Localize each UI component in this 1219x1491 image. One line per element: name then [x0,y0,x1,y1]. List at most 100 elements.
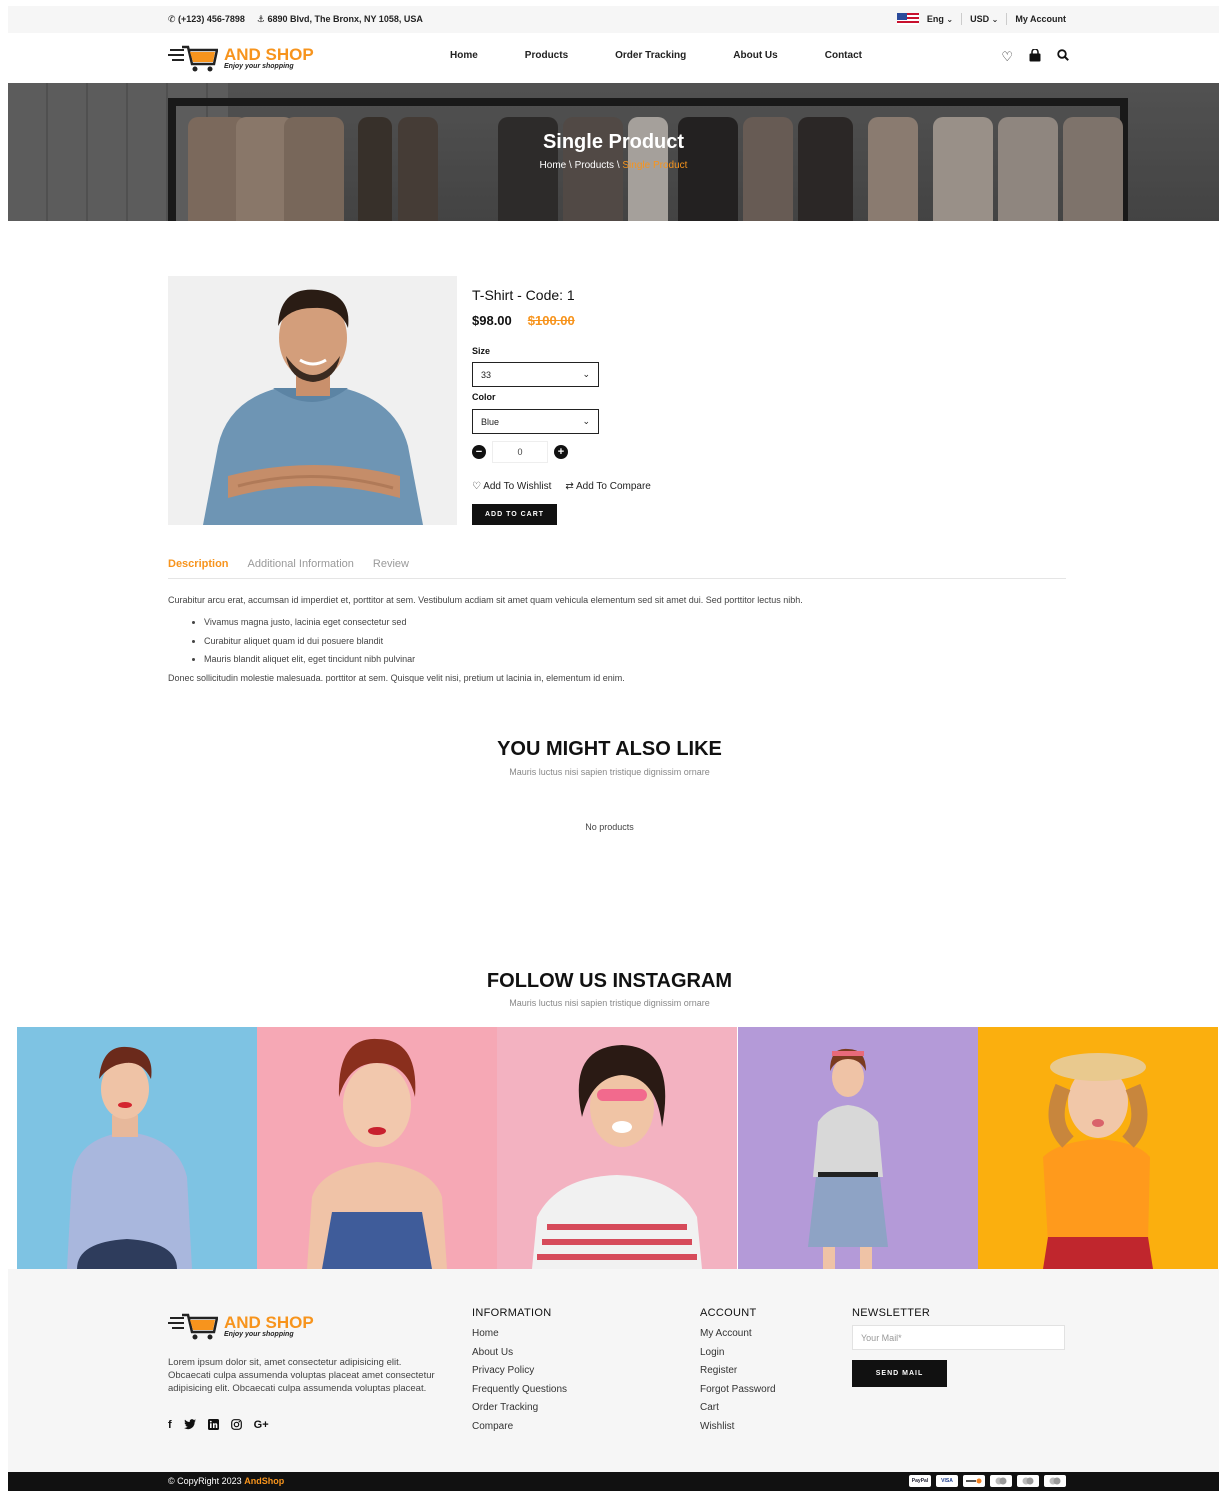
product-title: T-Shirt - Code: 1 [472,287,575,303]
footer-about-text: Lorem ipsum dolor sit, amet consectetur … [168,1357,435,1394]
chevron-down-icon: ⌄ [582,416,590,426]
plus-icon[interactable]: + [554,445,568,459]
currency-select[interactable]: USD ⌄ [970,14,998,24]
twitter-icon[interactable] [183,1419,196,1433]
nav-contact[interactable]: Contact [825,50,862,61]
footer-link-cart[interactable]: Cart [700,1399,776,1418]
footer-link-about-us[interactable]: About Us [472,1344,567,1363]
footer-link-register[interactable]: Register [700,1362,776,1381]
linkedin-icon[interactable] [207,1419,219,1433]
copyright-text: © CopyRight 2023 AndShop [168,1476,285,1486]
instagram-photo[interactable] [17,1027,257,1269]
minus-icon[interactable]: − [472,445,486,459]
size-select[interactable]: 33 ⌄ [472,362,599,387]
heart-icon: ♡ [472,481,484,492]
footer-link-order-tracking[interactable]: Order Tracking [472,1399,567,1418]
nav-products[interactable]: Products [525,50,568,61]
tab-additional-information[interactable]: Additional Information [248,558,354,578]
facebook-icon[interactable]: f [168,1419,172,1433]
quantity-input[interactable]: 0 [492,441,548,463]
brand-tagline: Enjoy your shopping [224,62,294,70]
product-tabs: Description Additional Information Revie… [168,558,1066,579]
site-logo[interactable]: AND SHOP Enjoy your shopping [168,44,314,72]
description-outro: Donec sollicitudin molestie malesuada. p… [168,672,625,683]
list-item: Vivamus magna justo, lacinia eget consec… [204,613,1068,632]
copyright-bar: © CopyRight 2023 AndShop PayPal VISA [8,1472,1219,1491]
footer-link-my-account[interactable]: My Account [700,1325,776,1344]
add-to-wishlist-link[interactable]: ♡ Add To Wishlist [472,481,551,492]
brand-name: AND SHOP [224,1312,314,1332]
nav-order-tracking[interactable]: Order Tracking [615,50,686,61]
list-item: Mauris blandit aliquet elit, eget tincid… [204,650,1068,669]
phone-contact[interactable]: ✆ (+123) 456-7898 [168,14,245,25]
instagram-section-subtitle: Mauris luctus nisi sapien tristique dign… [509,998,710,1008]
footer-link-login[interactable]: Login [700,1344,776,1363]
nav-about-us[interactable]: About Us [733,50,777,61]
shopping-cart-logo-icon [168,1313,218,1340]
quantity-stepper: − 0 + [472,441,568,463]
wishlist-heart-icon[interactable]: ♡ [1001,49,1013,65]
breadcrumb-products[interactable]: Products [575,160,614,171]
footer-link-forgot-password[interactable]: Forgot Password [700,1381,776,1400]
google-plus-icon[interactable]: G+ [254,1419,269,1433]
instagram-photo[interactable] [257,1027,498,1269]
footer-link-home[interactable]: Home [472,1325,567,1344]
copyright-brand[interactable]: AndShop [244,1476,284,1486]
visa-icon: VISA [936,1475,958,1487]
phone-icon: ✆ [168,14,179,24]
instagram-section-title: FOLLOW US INSTAGRAM [486,970,733,992]
color-select[interactable]: Blue ⌄ [472,409,599,434]
chevron-down-icon: ⌄ [991,15,999,24]
footer-link-privacy-policy[interactable]: Privacy Policy [472,1362,567,1381]
language-select[interactable]: Eng ⌄ [927,14,953,24]
related-section-subtitle: Mauris luctus nisi sapien tristique dign… [509,767,710,777]
add-to-cart-button[interactable]: ADD TO CART [472,504,557,525]
brand-name: AND SHOP [224,44,314,64]
size-label: Size [472,346,491,356]
shopping-bag-icon[interactable] [1029,48,1041,65]
social-links: f G+ [168,1419,269,1433]
shopping-cart-logo-icon [168,45,218,72]
instagram-photo[interactable] [737,1027,978,1269]
card-payment-icon [1044,1475,1066,1487]
divider [1006,13,1008,25]
address-contact: ⚓ 6890 Blvd, The Bronx, NY 1058, USA [256,14,423,24]
paypal-icon: PayPal [909,1475,931,1487]
footer-link-compare[interactable]: Compare [472,1418,567,1437]
instagram-gallery [17,1027,1218,1269]
main-nav: Home Products Order Tracking About Us Co… [450,50,862,61]
instagram-photo[interactable] [977,1027,1218,1269]
search-icon[interactable] [1057,49,1069,65]
account-heading: ACCOUNT [700,1307,757,1319]
instagram-photo[interactable] [497,1027,738,1269]
man-in-tshirt-photo [168,276,457,525]
compare-arrows-icon: ⇄ [565,481,576,492]
payment-methods: PayPal VISA [909,1475,1066,1487]
breadcrumb: Home \ Products \ Single Product [539,160,688,171]
tab-description[interactable]: Description [168,558,229,578]
description-intro: Curabitur arcu erat, accumsan id imperdi… [168,595,803,605]
product-price: $98.00 $100.00 [472,313,575,328]
brand-tagline: Enjoy your shopping [224,1330,294,1338]
footer-link-frequently-questions[interactable]: Frequently Questions [472,1381,567,1400]
main-header: AND SHOP Enjoy your shopping Home Produc… [8,33,1219,83]
send-mail-button[interactable]: SEND MAIL [852,1360,947,1387]
description-content: Curabitur arcu erat, accumsan id imperdi… [168,591,1068,687]
breadcrumb-home[interactable]: Home [540,160,567,171]
divider [961,13,963,25]
footer-logo[interactable]: AND SHOP Enjoy your shopping [168,1312,314,1340]
tab-review[interactable]: Review [373,558,409,578]
related-section-title: YOU MIGHT ALSO LIKE [497,738,722,760]
nav-home[interactable]: Home [450,50,478,61]
instagram-icon[interactable] [230,1419,242,1433]
footer-link-wishlist[interactable]: Wishlist [700,1418,776,1437]
breadcrumb-current: Single Product [622,160,688,171]
card-payment-icon [990,1475,1012,1487]
product-image[interactable] [168,276,457,525]
chevron-down-icon: ⌄ [582,369,590,379]
newsletter-email-input[interactable]: Your Mail* [852,1325,1065,1350]
card-payment-icon [1017,1475,1039,1487]
color-label: Color [472,392,496,402]
my-account-link[interactable]: My Account [1015,14,1066,24]
add-to-compare-link[interactable]: ⇄ Add To Compare [565,481,650,492]
